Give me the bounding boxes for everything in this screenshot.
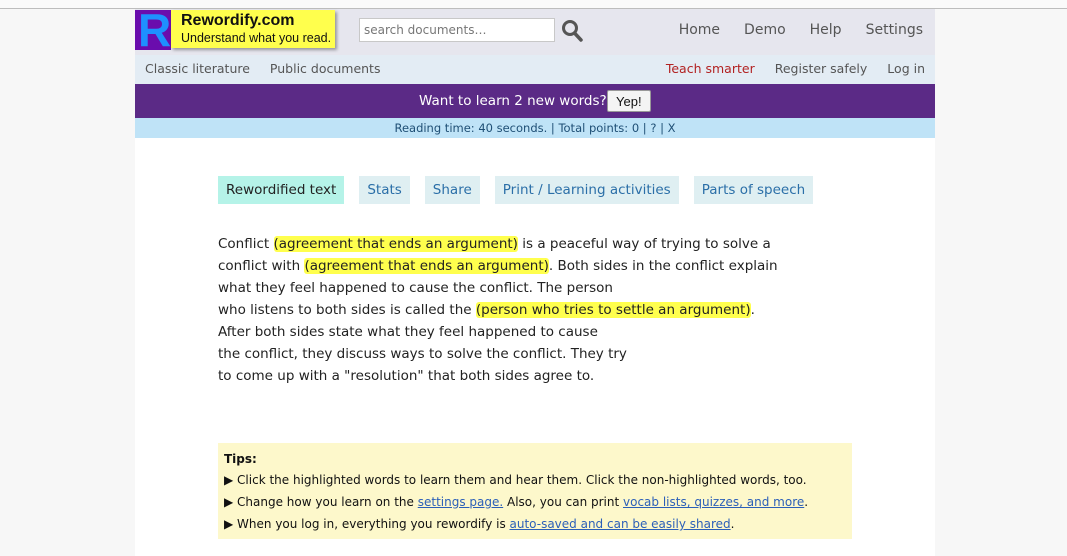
nav-help[interactable]: Help <box>810 22 842 38</box>
rewordified-text: Conflict (agreement that ends an argumen… <box>218 233 778 387</box>
word-text[interactable]: . Both sides in the conflict explain <box>549 258 778 274</box>
banner-text: Want to learn 2 new words? <box>419 93 607 109</box>
view-tabs: Rewordified text Stats Share Print / Lea… <box>218 176 828 204</box>
tip-text: . <box>730 517 735 531</box>
tip-item: ▶ Change how you learn on the settings p… <box>224 491 846 513</box>
search-button[interactable] <box>561 19 583 43</box>
stats-text: Reading time: 40 seconds. | Total points… <box>394 121 647 135</box>
text-line[interactable]: the conflict, they discuss ways to solve… <box>218 343 778 365</box>
tip-text: ▶ Change how you learn on the <box>224 495 418 509</box>
tab-share[interactable]: Share <box>424 176 480 204</box>
tips-box: Tips: ▶ Click the highlighted words to l… <box>218 443 852 539</box>
word-text[interactable]: . <box>751 302 755 318</box>
highlighted-definition[interactable]: (person who tries to settle an argument) <box>475 302 751 318</box>
tip-text: Also, you can print <box>503 495 624 509</box>
text-line: who listens to both sides is called the … <box>218 299 778 321</box>
text-line: conflict with (agreement that ends an ar… <box>218 255 778 277</box>
tip-text: . <box>804 495 809 509</box>
tab-stats[interactable]: Stats <box>359 176 410 204</box>
word-text[interactable]: Conflict <box>218 236 274 252</box>
tip-text: ▶ When you log in, everything you reword… <box>224 517 510 531</box>
page-container: R Rewordify.com Understand what you read… <box>135 4 935 556</box>
tab-print-learning[interactable]: Print / Learning activities <box>494 176 679 204</box>
vocab-lists-link[interactable]: vocab lists, quizzes, and more <box>623 495 804 509</box>
nav-classic-literature[interactable]: Classic literature <box>145 61 250 76</box>
site-header: R Rewordify.com Understand what you read… <box>135 4 935 56</box>
sub-nav-right: Teach smarter Register safely Log in <box>666 61 925 76</box>
nav-settings[interactable]: Settings <box>866 22 923 38</box>
stats-close-link[interactable]: X <box>668 121 676 135</box>
logo-letter: R <box>138 4 172 56</box>
text-line[interactable]: to come up with a "resolution" that both… <box>218 365 778 387</box>
tab-parts-of-speech[interactable]: Parts of speech <box>693 176 814 204</box>
logo-subtitle: Understand what you read. <box>181 31 332 45</box>
top-nav: Home Demo Help Settings <box>679 22 923 38</box>
yep-button[interactable]: Yep! <box>607 90 651 112</box>
sub-nav-left: Classic literature Public documents <box>145 61 380 76</box>
nav-public-documents[interactable]: Public documents <box>270 61 381 76</box>
tips-title: Tips: <box>224 452 257 466</box>
tab-rewordified-text[interactable]: Rewordified text <box>218 176 345 204</box>
magnifier-icon <box>562 20 583 42</box>
nav-teach-smarter[interactable]: Teach smarter <box>666 61 755 76</box>
stats-separator: | <box>660 121 664 135</box>
reading-stats-bar: Reading time: 40 seconds. | Total points… <box>135 118 935 138</box>
text-line[interactable]: what they feel happened to cause the con… <box>218 277 778 299</box>
search-input[interactable] <box>359 18 555 42</box>
tip-item: ▶ When you log in, everything you reword… <box>224 513 846 535</box>
stats-help-link[interactable]: ? <box>650 121 656 135</box>
text-line[interactable]: After both sides state what they feel ha… <box>218 321 778 343</box>
settings-page-link[interactable]: settings page. <box>418 495 503 509</box>
word-text[interactable]: is a peaceful way of trying to solve a <box>518 236 771 252</box>
tip-item: ▶ Click the highlighted words to learn t… <box>224 473 807 487</box>
text-line: Conflict (agreement that ends an argumen… <box>218 233 778 255</box>
nav-register[interactable]: Register safely <box>775 61 868 76</box>
highlighted-definition[interactable]: (agreement that ends an argument) <box>304 258 549 274</box>
word-text[interactable]: conflict with <box>218 258 304 274</box>
word-text[interactable]: who listens to both sides is called the <box>218 302 476 318</box>
nav-home[interactable]: Home <box>679 22 720 38</box>
sub-nav: Classic literature Public documents Teac… <box>135 55 935 84</box>
learn-words-banner: Want to learn 2 new words? Yep! <box>135 84 935 118</box>
logo-mark[interactable]: R <box>135 4 171 56</box>
logo-title: Rewordify.com <box>181 12 295 29</box>
logo-box[interactable]: Rewordify.com Understand what you read. <box>171 10 335 48</box>
nav-demo[interactable]: Demo <box>744 22 786 38</box>
highlighted-definition[interactable]: (agreement that ends an argument) <box>273 236 518 252</box>
auto-saved-link[interactable]: auto-saved and can be easily shared <box>510 517 731 531</box>
nav-login[interactable]: Log in <box>887 61 925 76</box>
